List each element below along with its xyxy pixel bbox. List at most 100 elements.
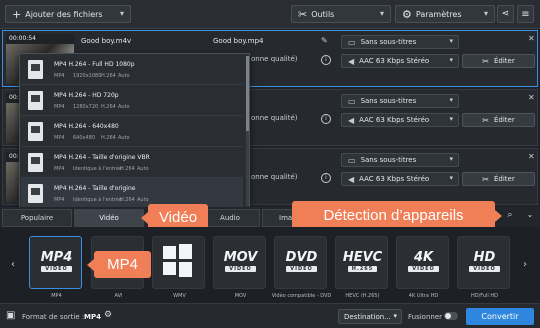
gear-icon[interactable]: ⚙ [104,310,112,320]
format-strip: ‹ MP4 VIDEO MP4 AVI WMV MOV VIDEO MOV DV… [0,227,540,303]
scissors-icon: ✂ [482,174,489,184]
preset-container: MP4 [54,166,65,172]
preset-container: MP4 [54,197,65,203]
collapse-icon[interactable]: ⌄ [523,210,537,224]
subtitles-dropdown[interactable]: ▭ Sans sous-titres ▾ [341,35,459,49]
settings-label: Paramètres [415,9,462,19]
scrollbar-thumb[interactable] [246,56,249,131]
chevron-down-icon: ▾ [449,96,453,104]
format-badge-sub: VIDEO [469,266,500,272]
audio-dropdown[interactable]: ◀ AAC 63 Kbps Stéréo ▾ [341,54,459,68]
gear-icon: ⚙ [402,7,412,21]
menu-icon: ≡ [521,8,530,20]
format-label: MP4 [51,293,62,299]
info-icon[interactable]: i [321,114,331,124]
preset-item[interactable]: MP4 H.264 - Full HD 1080p MP4 1920x1080 … [21,54,243,85]
tab-audio[interactable]: Audio [200,209,260,227]
preset-item[interactable]: MP4 H.264 - Taille d'origine MP4 Identiq… [21,178,243,209]
convert-button[interactable]: Convertir [466,308,534,325]
format-mov[interactable]: MOV VIDEO MOV [213,236,266,299]
preset-title: MP4 H.264 - Taille d'origine VBR [54,154,150,161]
preset-bitrate: Auto [118,104,130,110]
preset-bitrate: Auto [137,166,149,172]
output-format-value: MP4 [84,313,101,321]
preset-codec: H.264 [101,104,116,110]
subtitles-dropdown[interactable]: ▭ Sans sous-titres ▾ [341,94,459,108]
quality-label: onne qualité) [251,114,298,122]
speaker-icon: ◀ [348,56,355,66]
format-label: MOV [234,293,247,299]
format-badge: MP4 [40,250,73,265]
format-wmv[interactable]: WMV [152,236,205,299]
edit-button[interactable]: ✂ Éditer [462,54,535,68]
add-files-label: Ajouter des fichiers [25,9,103,19]
share-button[interactable]: ⋖ [497,5,514,23]
audio-dropdown[interactable]: ◀ AAC 63 Kbps Stéréo ▾ [341,113,459,127]
video-file-icon [28,122,43,141]
preset-title: MP4 H.264 - 640x480 [54,123,119,130]
popup-scrollbar[interactable] [246,56,249,206]
close-icon[interactable]: ✕ [528,93,535,102]
audio-value: AAC 63 Kbps Stéréo [359,116,430,124]
tools-label: Outils [311,9,335,19]
preset-resolution: 640x480 [73,135,96,141]
info-icon[interactable]: i [321,55,331,65]
chevron-down-icon: ▾ [449,155,453,163]
hevc-logo-icon: HEVC H.265 [340,245,385,277]
edit-label: Éditer [493,57,515,65]
format-badge: HD [473,250,496,265]
format-badge: HEVC [342,250,383,265]
preset-codec: H.264 [101,73,116,79]
format-label: 4K Ultra HD [408,293,439,299]
close-icon[interactable]: ✕ [528,152,535,161]
tab-popular[interactable]: Populaire [2,209,72,227]
search-icon[interactable]: ⌕ [502,210,518,224]
format-mp4[interactable]: MP4 VIDEO MP4 [29,236,82,299]
file-name: Good boy.m4v [81,37,132,45]
info-icon[interactable]: i [321,173,331,183]
tools-button[interactable]: ✂ Outils ▾ [291,5,391,23]
settings-button[interactable]: ⚙ Paramètres ▾ [395,5,495,23]
merge-toggle[interactable] [444,312,458,320]
format-label: HEVC (H.265) [345,293,380,299]
preset-item[interactable]: MP4 H.264 - 640x480 MP4 640x480 H.264 Au… [21,116,243,147]
video-file-icon [28,153,43,172]
edit-button[interactable]: ✂ Éditer [462,172,535,186]
preset-bitrate: Auto [118,135,130,141]
speaker-icon: ◀ [348,115,355,125]
rename-pencil-icon[interactable]: ✎ [321,36,328,45]
tab-video[interactable]: Vidéo [74,209,144,227]
chevron-left-icon[interactable]: ‹ [11,259,15,270]
preset-item[interactable]: MP4 H.264 - Taille d'origine VBR MP4 Ide… [21,147,243,178]
format-badge: MOV [223,250,258,265]
format-badge-sub: VIDEO [408,266,439,272]
subtitles-icon: ▭ [348,37,356,47]
dvd-logo-icon: DVD VIDEO [279,245,324,277]
subtitles-dropdown[interactable]: ▭ Sans sous-titres ▾ [341,153,459,167]
preset-title: MP4 H.264 - Full HD 1080p [54,61,135,68]
destination-dropdown[interactable]: Destination... ▾ [338,309,402,324]
mp4-logo-icon: MP4 VIDEO [34,245,79,277]
chevron-down-icon: ▾ [449,56,453,64]
preset-codec: H.264 [120,197,135,203]
format-hd[interactable]: HD VIDEO HD/Full HD [457,236,510,299]
add-files-button[interactable]: + Ajouter des fichiers ▾ [5,5,131,23]
chevron-down-icon: ▾ [483,9,488,18]
preset-bitrate: Auto [137,197,149,203]
edit-button[interactable]: ✂ Éditer [462,113,535,127]
quality-label: onne qualité) [251,173,298,181]
preset-item[interactable]: MP4 H.264 - HD 720p MP4 1280x720 H.264 A… [21,85,243,116]
speaker-icon: ◀ [348,174,355,184]
menu-button[interactable]: ≡ [517,5,534,23]
chevron-right-icon[interactable]: › [523,259,527,270]
format-badge-sub: VIDEO [41,266,72,272]
format-hevc[interactable]: HEVC H.265 HEVC (H.265) [335,236,388,299]
callout-mp4: MP4 [87,251,151,278]
format-4k[interactable]: 4K VIDEO 4K Ultra HD [396,236,449,299]
close-icon[interactable]: ✕ [528,34,535,43]
audio-dropdown[interactable]: ◀ AAC 63 Kbps Stéréo ▾ [341,172,459,186]
subtitles-icon: ▭ [348,155,356,165]
preset-codec: H.264 [120,166,135,172]
format-label: WMV [173,293,186,299]
format-dvd[interactable]: DVD VIDEO Vidéo compatible - DVD [272,236,331,299]
